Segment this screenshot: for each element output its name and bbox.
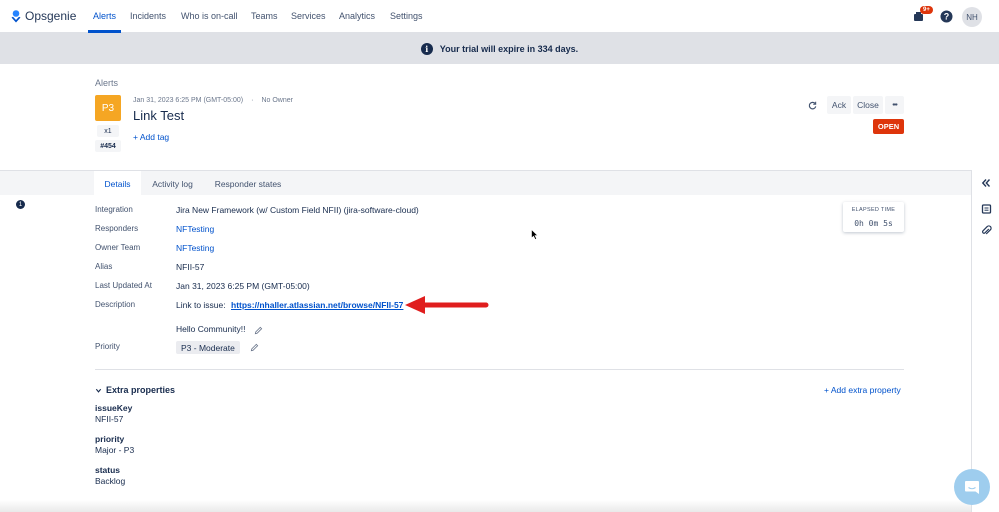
property-key: priority — [95, 434, 125, 444]
nav-analytics[interactable]: Analytics — [339, 11, 375, 21]
nav-incidents[interactable]: Incidents — [130, 11, 166, 21]
responders-label: Responders — [95, 224, 139, 233]
elapsed-time-label: ELAPSED TIME — [851, 207, 896, 213]
integration-label: Integration — [95, 205, 133, 214]
trial-banner: i Your trial will expire in 334 days. — [0, 33, 999, 64]
property-value: Major - P3 — [95, 445, 135, 455]
ack-button[interactable]: Ack — [827, 96, 851, 114]
nav-services[interactable]: Services — [291, 11, 326, 21]
description-line-2: Hello Community!! — [176, 324, 246, 334]
notes-icon — [981, 203, 991, 214]
right-rail — [971, 170, 999, 512]
paperclip-icon — [981, 224, 992, 234]
elapsed-time-card: ELAPSED TIME 0h 0m 5s — [843, 202, 904, 232]
alert-tiny-id: #454 — [95, 140, 121, 152]
priority-box: P3 — [95, 95, 121, 121]
responders-link[interactable]: NFTesting — [176, 224, 214, 234]
extra-properties-toggle[interactable]: Extra properties — [95, 385, 175, 395]
description-prefix: Link to issue: — [176, 300, 226, 310]
refresh-button[interactable] — [804, 97, 820, 113]
info-icon: i — [420, 42, 433, 55]
alert-meta: Jan 31, 2023 6:25 PM (GMT-05:00) · No Ow… — [133, 97, 293, 104]
help-button[interactable]: ? — [938, 8, 954, 24]
chat-icon — [965, 480, 979, 494]
close-button[interactable]: Close — [853, 96, 883, 114]
description-issue-link[interactable]: https://nhaller.atlassian.net/browse/NFI… — [231, 300, 403, 310]
section-divider — [95, 369, 904, 370]
last-updated-value: Jan 31, 2023 6:25 PM (GMT-05:00) — [176, 281, 310, 291]
annotation-arrow — [405, 296, 489, 314]
notes-count-badge: 1 — [16, 200, 25, 209]
nav-who-is-on-call[interactable]: Who is on-call — [181, 11, 238, 21]
property-value: Backlog — [95, 476, 126, 486]
logo-text: Opsgenie — [25, 9, 77, 23]
more-actions-button[interactable]: ••• — [885, 96, 904, 114]
owner-team-link[interactable]: NFTesting — [176, 243, 214, 253]
svg-text:?: ? — [943, 11, 949, 21]
top-navigation: Opsgenie Alerts Incidents Who is on-call… — [0, 0, 999, 33]
opsgenie-logo-icon — [11, 9, 21, 22]
priority-pill: P3 - Moderate — [176, 341, 240, 354]
alias-value: NFII-57 — [176, 262, 205, 272]
alert-created-time: Jan 31, 2023 6:25 PM (GMT-05:00) — [133, 97, 244, 104]
breadcrumb[interactable]: Alerts — [95, 78, 118, 88]
collapse-panel-button[interactable] — [978, 175, 994, 191]
last-updated-label: Last Updated At — [95, 281, 152, 290]
priority-label: Priority — [95, 342, 120, 351]
notification-badge: 9+ — [920, 6, 933, 14]
user-avatar[interactable]: NH — [962, 7, 982, 27]
alert-count: x1 — [97, 125, 119, 137]
refresh-icon — [808, 101, 816, 109]
chat-support-button[interactable] — [954, 469, 990, 505]
meta-separator: · — [251, 97, 254, 104]
tabs-bar: Details Activity log Responder states — [0, 170, 971, 196]
notes-button[interactable] — [978, 200, 994, 216]
property-key: status — [95, 465, 121, 475]
tab-details[interactable]: Details — [94, 171, 141, 196]
mouse-cursor-icon — [531, 229, 539, 240]
alias-label: Alias — [95, 262, 113, 271]
tab-activity-log[interactable]: Activity log — [144, 171, 201, 196]
alert-title: Link Test — [133, 108, 185, 123]
status-badge: OPEN — [873, 119, 904, 134]
help-icon: ? — [940, 10, 952, 22]
owner-team-label: Owner Team — [95, 243, 141, 252]
tab-responder-states[interactable]: Responder states — [206, 171, 290, 196]
nav-settings[interactable]: Settings — [390, 11, 423, 21]
opsgenie-logo[interactable]: Opsgenie — [11, 9, 76, 23]
elapsed-time-value: 0h 0m 5s — [854, 219, 893, 228]
chevron-down-icon — [95, 388, 102, 393]
alert-owner: No Owner — [261, 97, 293, 104]
nav-alerts[interactable]: Alerts — [93, 11, 116, 21]
extra-properties-heading: Extra properties — [106, 385, 176, 395]
attachments-button[interactable] — [978, 222, 994, 238]
description-label: Description — [95, 300, 136, 309]
double-chevron-left-icon — [981, 179, 991, 187]
bottom-shadow — [0, 500, 971, 512]
nav-teams[interactable]: Teams — [251, 11, 278, 21]
trial-message: Your trial will expire in 334 days. — [439, 43, 579, 54]
add-extra-property-link[interactable]: + Add extra property — [824, 385, 901, 395]
property-value: NFII-57 — [95, 414, 124, 424]
edit-priority-icon[interactable] — [250, 343, 259, 352]
property-key: issueKey — [95, 403, 133, 413]
edit-description-icon[interactable] — [254, 326, 263, 335]
add-tag-link[interactable]: + Add tag — [133, 132, 169, 142]
integration-value: Jira New Framework (w/ Custom Field NFII… — [176, 205, 419, 215]
